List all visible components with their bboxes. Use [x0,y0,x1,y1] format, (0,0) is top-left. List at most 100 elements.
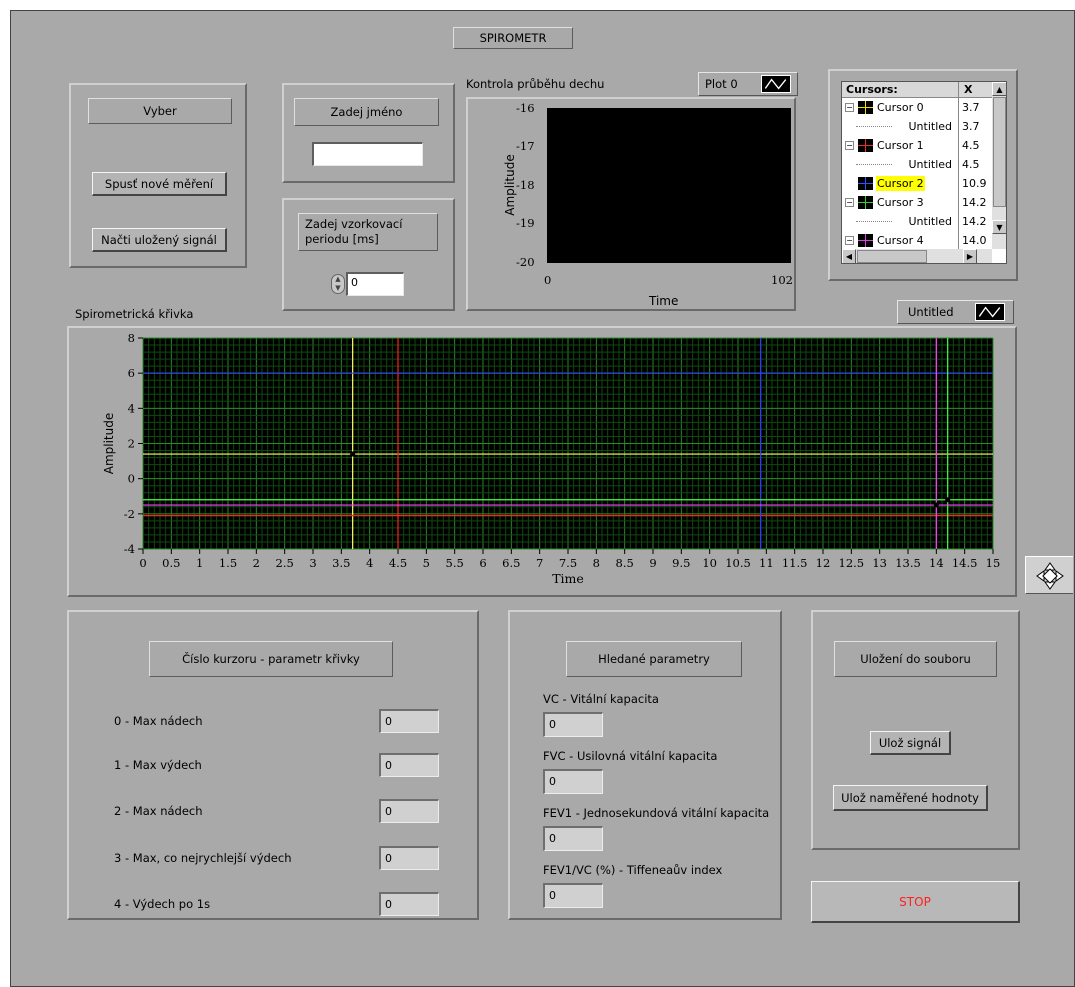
plot-style-icon[interactable] [975,303,1005,321]
x-tick-label: 14 [929,556,944,570]
x-tick-label: 15 [986,556,1001,570]
spirometry-chart[interactable]: 86420-2-40 0.5 1 1.5 2 2.5 3 3.5 4 4.5 5 5.5 6 6.5 7 7.… [69,328,1015,595]
main-graph-legend[interactable]: Untitled [897,300,1014,324]
cursor-point[interactable] [945,497,951,503]
params-label-text: Hledané parametry [598,652,710,666]
vertical-scroll-thumb[interactable] [993,97,1006,207]
stepper-down-icon[interactable]: ▼ [332,284,344,293]
cursor-param-label: 4 - Výdech po 1s [114,897,211,911]
x-axis-label: Time [552,571,584,586]
cursor-sub-name: Untitled [908,120,952,133]
small-graph-xtick: 102 [771,273,793,287]
cursor-param-value: 0 [379,846,439,870]
x-tick-label: 14.5 [952,556,978,570]
x-tick-label: 9 [649,556,656,570]
cursor-legend-table[interactable]: Cursors: X − Cursor 0 3.7 Untitled 3.7 − Curso… [841,81,1007,264]
graph-navigation-icon[interactable] [1025,556,1073,594]
load-saved-signal-button[interactable]: Načti uložený signál [92,228,227,252]
cursor-sub-x: 3.7 [962,120,980,133]
scroll-up-icon[interactable]: ▲ [992,82,1006,96]
tree-toggle-icon[interactable]: − [845,103,854,112]
cursor-name: Cursor 2 [876,176,925,191]
cursor-marker-icon [858,139,873,152]
save-signal-button[interactable]: Ulož signál [870,731,951,755]
cursor-param-label: 1 - Max výdech [114,758,202,772]
small-graph-ytick: -19 [516,216,535,230]
small-graph-ytick: -20 [516,255,535,269]
x-tick-label: 8 [593,556,600,570]
cursor-row[interactable]: Untitled 4.5 [842,155,992,174]
stop-button-label: STOP [899,894,931,909]
save-label: Uložení do souboru [834,641,997,677]
cursor-x: 14.2 [962,196,987,209]
x-tick-label: 6.5 [502,556,520,570]
scroll-left-icon[interactable]: ◀ [842,249,856,263]
small-graph-xlabel: Time [649,294,679,308]
tree-connector [856,221,892,222]
save-values-button[interactable]: Ulož naměřené hodnoty [833,785,988,811]
x-tick-label: 13 [872,556,887,570]
cursor-param-value: 0 [379,709,439,733]
x-tick-label: 12 [816,556,831,570]
y-tick-label: 4 [128,401,135,415]
cursor-row[interactable]: Untitled 14.2 [842,212,992,231]
cursor-legend-header: Cursors: X [842,82,992,98]
plot-style-icon[interactable] [761,75,791,93]
cursor-params-label-text: Číslo kurzoru - parametr křivky [182,652,360,666]
cursor-row[interactable]: − Cursor 3 14.2 [842,193,992,212]
cursor-name: Cursor 0 [877,101,924,114]
x-tick-label: 11.5 [782,556,808,570]
cursor-row[interactable]: Untitled 3.7 [842,117,992,136]
name-input[interactable] [312,142,423,166]
stop-button[interactable]: STOP [811,881,1020,923]
x-tick-label: 13.5 [895,556,921,570]
cursor-sub-name: Untitled [908,158,952,171]
period-input[interactable]: 0 [346,272,404,296]
param-value: 0 [543,883,603,908]
cursor-point[interactable] [350,451,356,457]
save-label-text: Uložení do souboru [860,652,971,666]
cursor-marker-icon [858,234,873,247]
cursor-row[interactable]: Cursor 2 10.9 [842,174,992,193]
cursor-rows: − Cursor 0 3.7 Untitled 3.7− Cursor 1 4.5 Untit… [842,98,992,249]
tree-toggle-icon[interactable]: − [845,198,854,207]
tree-toggle-icon[interactable]: − [845,236,854,245]
scroll-right-icon[interactable]: ▶ [963,249,977,263]
y-tick-label: 0 [128,472,135,486]
cursor-param-value: 0 [379,753,439,777]
cursor-x: 3.7 [962,101,980,114]
cursor-marker-icon [858,101,873,114]
small-graph-xtick: 0 [544,273,552,287]
vyber-label: Vyber [88,98,232,124]
cursor-row[interactable]: − Cursor 0 3.7 [842,98,992,117]
y-tick-label: 8 [128,331,135,345]
new-measurement-button[interactable]: Spusť nové měření [92,172,227,196]
tree-toggle-icon[interactable]: − [845,141,854,150]
vertical-scrollbar[interactable]: ▲ ▼ [992,82,1006,249]
cursor-row[interactable]: − Cursor 4 14.0 [842,231,992,250]
cursor-param-value: 0 [379,799,439,823]
period-stepper[interactable]: ▲ ▼ [331,274,345,294]
x-tick-label: 10 [702,556,717,570]
small-graph-title: Kontrola průběhu dechu [466,77,605,91]
y-tick-label: -4 [124,542,135,556]
x-tick-label: 0 [139,556,146,570]
small-graph-legend[interactable]: Plot 0 [698,72,798,96]
param-value: 0 [543,769,603,794]
x-tick-label: 1 [196,556,203,570]
param-label: FEV1/VC (%) - Tiffeneaův index [543,863,723,877]
cursor-x: 14.0 [962,234,987,247]
cursor-point[interactable] [933,502,939,508]
cursor-x-column-divider [958,82,959,249]
horizontal-scrollbar[interactable]: ◀ ▶ [842,249,992,263]
param-label: FVC - Usilovná vitální kapacita [543,749,718,763]
cursor-x: 10.9 [962,177,987,190]
x-tick-label: 9.5 [672,556,690,570]
stepper-up-icon[interactable]: ▲ [332,275,344,284]
small-graph-plot-area[interactable] [547,108,791,263]
main-graph-title: Spirometrická křivka [75,307,194,321]
scroll-down-icon[interactable]: ▼ [992,220,1006,234]
cursor-row[interactable]: − Cursor 1 4.5 [842,136,992,155]
horizontal-scroll-thumb[interactable] [857,250,927,263]
cursor-name: Cursor 1 [877,139,924,152]
